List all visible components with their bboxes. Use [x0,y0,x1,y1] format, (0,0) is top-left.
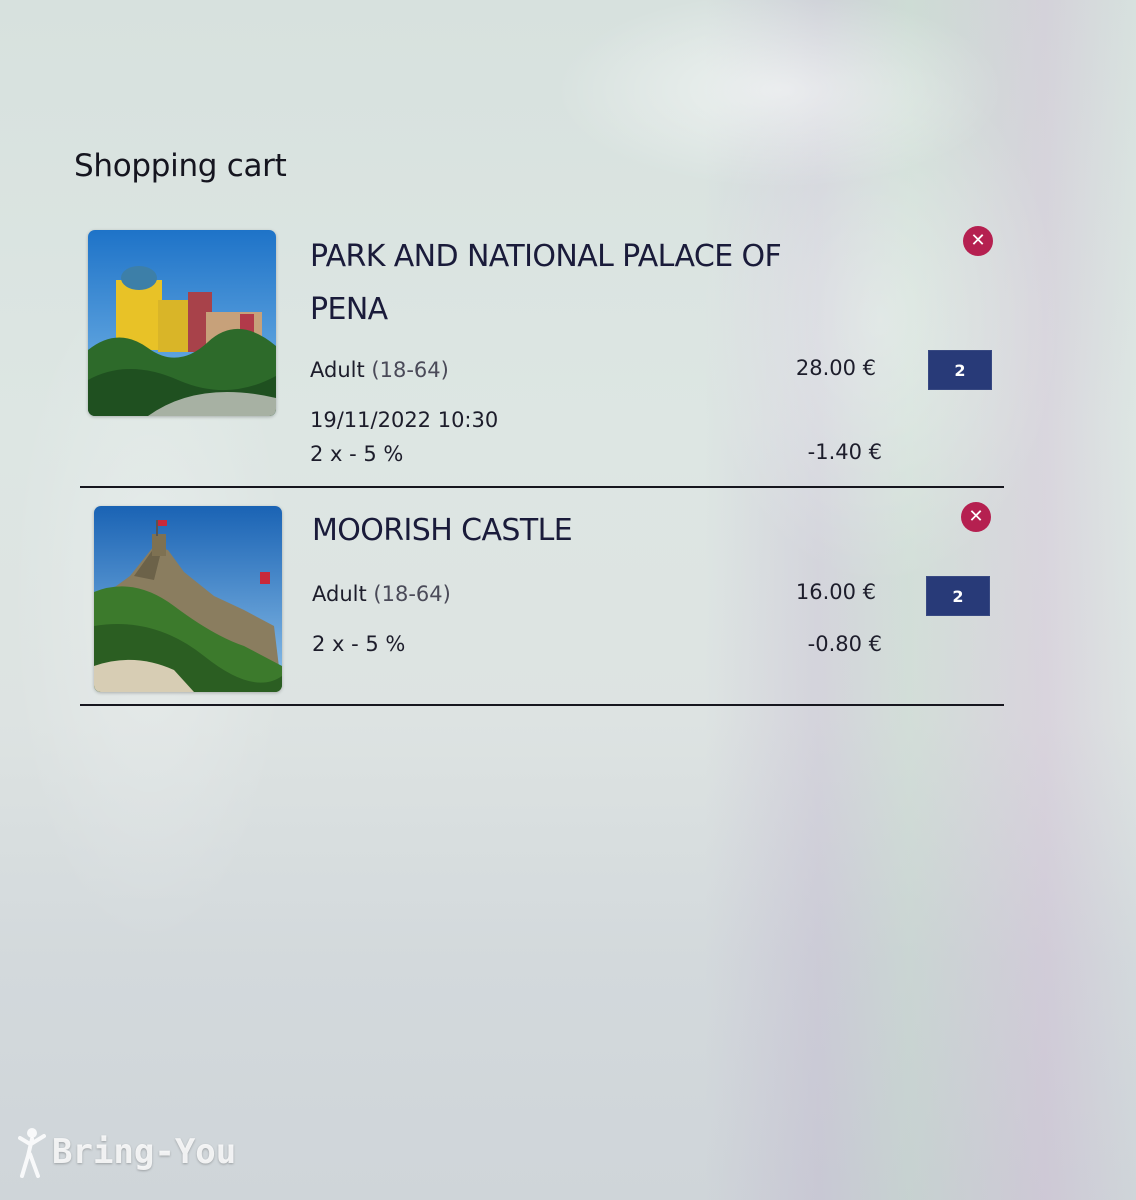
quantity-selector[interactable]: 2 [926,576,990,616]
remove-item-button[interactable]: ✕ [961,502,991,532]
cart-item: PARK AND NATIONAL PALACE OF PENA Adult (… [80,226,1004,488]
ticket-type: Adult [310,358,365,382]
watermark: Bring-You [18,1126,236,1178]
ticket-type-label: Adult (18-64) [312,582,451,606]
cart-item: MOORISH CASTLE Adult (18-64) 16.00 € 2 2… [80,502,1004,706]
close-circle-icon: ✕ [968,506,984,527]
page-title: Shopping cart [74,148,287,184]
item-price: 16.00 € [795,580,876,604]
item-thumbnail-moorish-castle [94,506,282,692]
age-range: (18-64) [373,582,451,606]
visit-date: 19/11/2022 10:30 [310,408,499,432]
ticket-type: Adult [312,582,367,606]
item-name: PARK AND NATIONAL PALACE OF PENA [310,239,782,327]
item-divider [80,704,1004,706]
pena-palace-image [88,230,276,416]
remove-item-button[interactable]: ✕ [963,226,993,256]
discount-amount: -0.80 € [807,632,882,656]
item-price: 28.00 € [795,356,876,380]
item-name: MOORISH CASTLE [312,513,573,548]
item-divider [80,486,1004,488]
item-thumbnail-pena-palace [88,230,276,416]
age-range: (18-64) [371,358,449,382]
moorish-castle-image [94,506,282,692]
quantity-selector[interactable]: 2 [928,350,992,390]
close-circle-icon: ✕ [970,230,986,251]
dancer-logo-icon [18,1128,46,1178]
discount-label: 2 x - 5 % [312,632,406,656]
watermark-text: Bring-You [52,1132,237,1172]
discount-amount: -1.40 € [807,440,882,464]
discount-label: 2 x - 5 % [310,442,404,466]
ticket-type-label: Adult (18-64) [310,358,449,382]
